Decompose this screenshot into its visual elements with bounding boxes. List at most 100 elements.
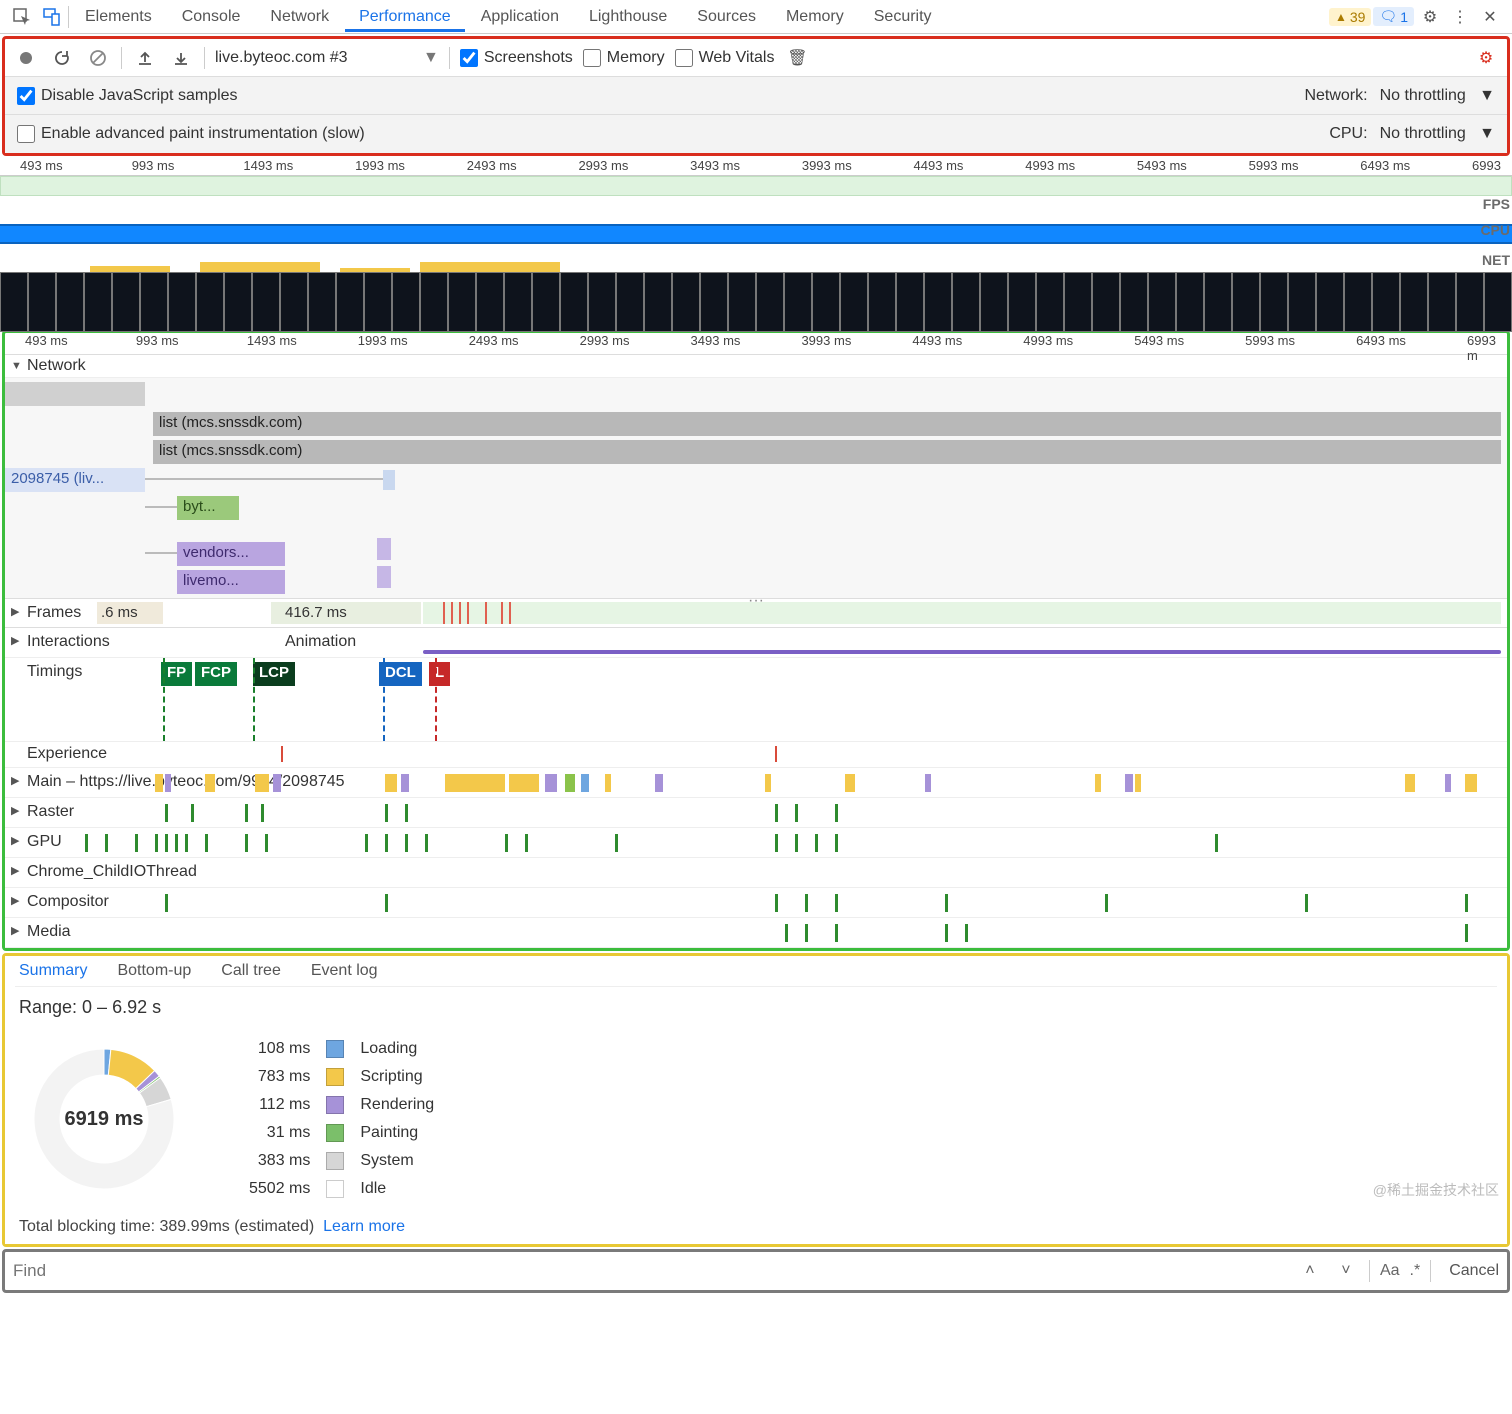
record-icon[interactable] bbox=[13, 45, 39, 71]
legend-swatch bbox=[326, 1180, 344, 1198]
capture-settings-gear-icon[interactable]: ⚙ bbox=[1473, 45, 1499, 71]
details-box: Summary Bottom-up Call tree Event log Ra… bbox=[2, 953, 1510, 1247]
device-toggle-icon[interactable] bbox=[38, 3, 66, 31]
frames-track[interactable]: ▶ Frames .6 ms 416.7 ms bbox=[5, 598, 1507, 628]
screenshots-checkbox[interactable]: Screenshots bbox=[460, 49, 573, 67]
timing-l[interactable]: L bbox=[429, 662, 450, 686]
settings-row-2: Enable advanced paint instrumentation (s… bbox=[5, 115, 1507, 153]
disable-js-checkbox[interactable]: Disable JavaScript samples bbox=[17, 87, 238, 105]
find-input[interactable] bbox=[13, 1252, 1287, 1290]
legend-swatch bbox=[326, 1096, 344, 1114]
match-case-toggle[interactable]: Aa bbox=[1380, 1258, 1400, 1284]
interactions-track[interactable]: ▶ Interactions Animation bbox=[5, 628, 1507, 658]
fps-label: FPS bbox=[1483, 196, 1510, 212]
track-ruler: 493 ms993 ms1493 ms1993 ms2493 ms2993 ms… bbox=[5, 333, 1507, 355]
net-request-byt[interactable]: byt... bbox=[177, 496, 239, 520]
legend-swatch bbox=[326, 1152, 344, 1170]
capture-controls-box: live.byteoc.com #3 ▼ Screenshots Memory … bbox=[2, 36, 1510, 156]
gpu-label: GPU bbox=[27, 833, 62, 851]
childio-track[interactable]: ▶ Chrome_ChildIOThread bbox=[5, 858, 1507, 888]
profile-select[interactable]: live.byteoc.com #3 bbox=[215, 49, 415, 67]
timings-track[interactable]: Timings FP FCP LCP DCL L bbox=[5, 658, 1507, 742]
cpu-throttle-select[interactable]: No throttling ▼ bbox=[1380, 125, 1495, 143]
trash-icon[interactable]: 🗑 bbox=[784, 45, 810, 71]
find-cancel[interactable]: Cancel bbox=[1449, 1262, 1499, 1280]
network-label: Network: bbox=[1304, 87, 1367, 105]
timings-label: Timings bbox=[27, 663, 82, 681]
experience-track[interactable]: Experience bbox=[5, 742, 1507, 768]
legend-label: System bbox=[360, 1152, 434, 1170]
close-icon[interactable]: ✕ bbox=[1476, 3, 1504, 31]
reload-icon[interactable] bbox=[49, 45, 75, 71]
raster-label: Raster bbox=[27, 803, 74, 821]
main-track[interactable]: ▶ Main – https://live.byteoc.com/9944/20… bbox=[5, 768, 1507, 798]
legend-label: Idle bbox=[360, 1180, 434, 1198]
clear-icon[interactable] bbox=[85, 45, 111, 71]
dtab-bottomup[interactable]: Bottom-up bbox=[117, 962, 191, 980]
regex-toggle[interactable]: .* bbox=[1410, 1258, 1421, 1284]
fps-lane bbox=[0, 176, 1512, 196]
tab-application[interactable]: Application bbox=[467, 2, 573, 32]
details-tabs: Summary Bottom-up Call tree Event log bbox=[15, 956, 1497, 987]
warnings-badge[interactable]: ▲39 bbox=[1329, 8, 1371, 26]
learn-more-link[interactable]: Learn more bbox=[323, 1218, 405, 1235]
tab-sources[interactable]: Sources bbox=[683, 2, 770, 32]
tab-elements[interactable]: Elements bbox=[71, 2, 166, 32]
legend-label: Scripting bbox=[360, 1068, 434, 1086]
legend-ms: 783 ms bbox=[249, 1068, 310, 1086]
overview-timeline[interactable]: 493 ms993 ms1493 ms1993 ms2493 ms2993 ms… bbox=[0, 158, 1512, 328]
advanced-paint-checkbox[interactable]: Enable advanced paint instrumentation (s… bbox=[17, 125, 365, 143]
legend-ms: 31 ms bbox=[249, 1124, 310, 1142]
find-next-icon[interactable]: ˅ bbox=[1333, 1258, 1359, 1284]
net-request-livemo[interactable]: livemo... bbox=[177, 570, 285, 594]
total-blocking-time: Total blocking time: 389.99ms (estimated… bbox=[15, 1218, 1497, 1244]
frame-duration-a: .6 ms bbox=[101, 604, 138, 621]
net-request-list1[interactable]: list (mcs.snssdk.com) bbox=[153, 412, 1501, 436]
messages-badge[interactable]: 🗨1 bbox=[1373, 7, 1414, 26]
compositor-track[interactable]: ▶ Compositor bbox=[5, 888, 1507, 918]
tab-memory[interactable]: Memory bbox=[772, 2, 858, 32]
tab-performance[interactable]: Performance bbox=[345, 2, 465, 32]
inspect-icon[interactable] bbox=[8, 3, 36, 31]
timing-dcl[interactable]: DCL bbox=[379, 662, 422, 686]
network-track-header[interactable]: ▼Network bbox=[5, 355, 1507, 378]
network-track[interactable]: list (mcs.snssdk.com) list (mcs.snssdk.c… bbox=[5, 378, 1507, 598]
tab-lighthouse[interactable]: Lighthouse bbox=[575, 2, 681, 32]
raster-track[interactable]: ▶ Raster bbox=[5, 798, 1507, 828]
gpu-track[interactable]: ▶ GPU bbox=[5, 828, 1507, 858]
dtab-summary[interactable]: Summary bbox=[19, 962, 87, 980]
net-request-mainjs[interactable]: 2098745 (liv... bbox=[5, 468, 145, 492]
overview-ruler: 493 ms993 ms1493 ms1993 ms2493 ms2993 ms… bbox=[0, 158, 1512, 176]
tab-network[interactable]: Network bbox=[256, 2, 343, 32]
chevron-down-icon[interactable]: ▼ bbox=[423, 49, 439, 67]
download-icon[interactable] bbox=[168, 45, 194, 71]
dtab-eventlog[interactable]: Event log bbox=[311, 962, 378, 980]
timing-lcp[interactable]: LCP bbox=[253, 662, 295, 686]
memory-checkbox[interactable]: Memory bbox=[583, 49, 665, 67]
timing-fcp[interactable]: FCP bbox=[195, 662, 237, 686]
dtab-calltree[interactable]: Call tree bbox=[221, 962, 281, 980]
net-request-list2[interactable]: list (mcs.snssdk.com) bbox=[153, 440, 1501, 464]
media-label: Media bbox=[27, 923, 71, 941]
legend-ms: 5502 ms bbox=[249, 1180, 310, 1198]
media-track[interactable]: ▶ Media bbox=[5, 918, 1507, 948]
legend-swatch bbox=[326, 1068, 344, 1086]
frame-duration-b: 416.7 ms bbox=[285, 604, 347, 621]
webvitals-checkbox[interactable]: Web Vitals bbox=[675, 49, 775, 67]
warning-count: 39 bbox=[1350, 9, 1366, 25]
screenshot-filmstrip[interactable] bbox=[0, 272, 1512, 332]
kebab-icon[interactable]: ⋮ bbox=[1446, 3, 1474, 31]
timing-fp[interactable]: FP bbox=[161, 662, 192, 686]
upload-icon[interactable] bbox=[132, 45, 158, 71]
gear-icon[interactable]: ⚙ bbox=[1416, 3, 1444, 31]
legend-swatch bbox=[326, 1124, 344, 1142]
tab-security[interactable]: Security bbox=[860, 2, 946, 32]
tab-console[interactable]: Console bbox=[168, 2, 255, 32]
net-request-vendors[interactable]: vendors... bbox=[177, 542, 285, 566]
legend-ms: 112 ms bbox=[249, 1096, 310, 1114]
flame-chart-box: 493 ms993 ms1493 ms1993 ms2493 ms2993 ms… bbox=[2, 330, 1510, 951]
cpu-label-ov: CPU bbox=[1480, 222, 1510, 238]
network-throttle-select[interactable]: No throttling ▼ bbox=[1380, 87, 1495, 105]
find-prev-icon[interactable]: ˄ bbox=[1297, 1258, 1323, 1284]
devtools-tab-bar: Elements Console Network Performance App… bbox=[0, 0, 1512, 34]
